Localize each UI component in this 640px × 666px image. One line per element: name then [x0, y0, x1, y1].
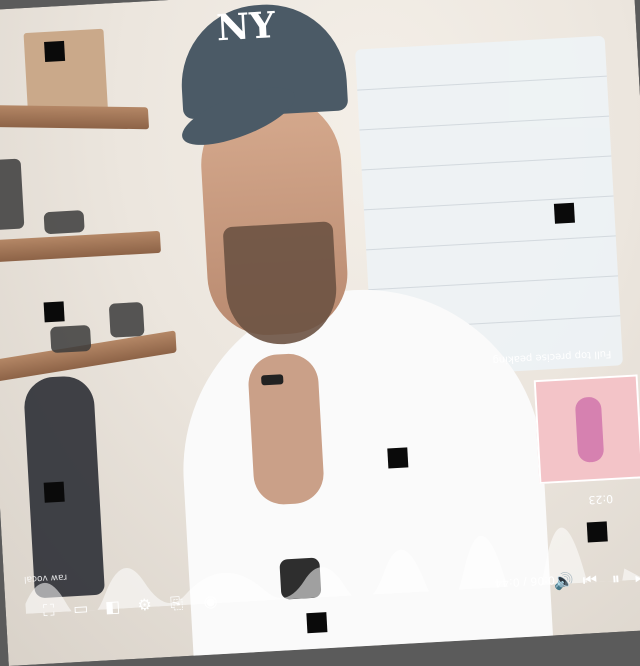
video-player[interactable]: NY Full top precise peaking 0:23 raw voc… [0, 0, 640, 666]
pause-icon[interactable]: ⏸ [602, 565, 629, 592]
wall-frame [23, 28, 108, 116]
miniplayer-time: 0:23 [588, 491, 614, 507]
noise-square [387, 447, 409, 469]
theater-mode-icon[interactable]: ▭ [67, 595, 94, 622]
camera-device [43, 210, 85, 235]
noise-square [43, 301, 65, 323]
video-frame[interactable]: NY Full top precise peaking 0:23 raw voc… [0, 0, 640, 666]
miniplayer-icon[interactable]: ◧ [99, 593, 126, 620]
skip-next-icon[interactable]: ⏮ [576, 567, 603, 594]
camera-device [108, 301, 145, 338]
miniplayer-figure [574, 396, 605, 463]
camera-device [49, 324, 92, 354]
captions-icon[interactable]: ⎘ [163, 590, 190, 617]
autoplay-toggle-icon[interactable]: ◉ [195, 588, 226, 616]
noise-square [44, 40, 66, 62]
person-hand [246, 352, 326, 506]
miniplayer-preview[interactable] [533, 374, 640, 485]
fullscreen-icon[interactable]: ⛶ [35, 597, 62, 624]
gear-icon[interactable]: ⚙ [131, 592, 158, 619]
speaker-device [0, 158, 25, 231]
noise-square [43, 481, 65, 503]
playback-time: 0:06 / 0:44 [494, 573, 556, 590]
cap-logo: NY [215, 4, 277, 50]
skip-previous-icon[interactable]: ⏭ [628, 564, 640, 591]
wall-shelf [0, 104, 150, 130]
wall-shelf [0, 230, 162, 263]
volume-icon[interactable]: 🔊 [550, 568, 577, 595]
lavalier-mic [261, 374, 284, 386]
noise-square [553, 202, 575, 224]
